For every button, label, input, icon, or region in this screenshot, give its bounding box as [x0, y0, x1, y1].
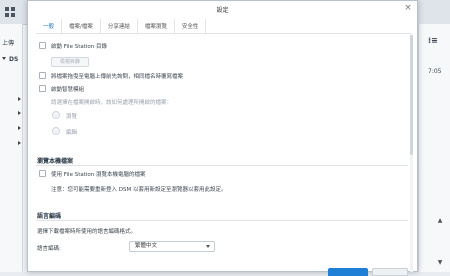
tab-file-browsing[interactable]: 檔案瀏覽 — [138, 19, 175, 33]
smart-module-checkbox[interactable] — [39, 85, 46, 92]
tree-expand-icon[interactable] — [18, 97, 21, 101]
tab-general[interactable]: 一般 — [36, 19, 63, 34]
same-name-label: 將檔案拖曳至電腦上傳前先詢問，相同檔名時覆寫檔案 — [51, 74, 184, 80]
tree-root-arrow-icon[interactable] — [2, 57, 6, 60]
radio-edit[interactable] — [52, 127, 60, 135]
cancel-button[interactable] — [372, 268, 408, 276]
app-right-panel — [418, 24, 450, 272]
dialog-title: 設定 — [216, 7, 229, 14]
browse-note: 注意：您可能需要重新登入 DSM 以套用新設定至瀏覽器以套用此設定。 — [51, 187, 227, 193]
section-divider — [36, 165, 408, 166]
close-icon[interactable]: × — [403, 3, 413, 13]
view-directory-button[interactable]: 檢視目錄 — [51, 57, 89, 67]
encoding-description: 選擇下載檔案時所使用的語言編碼格式。 — [37, 229, 137, 235]
list-view-icon[interactable]: ⁞≡ — [428, 36, 438, 45]
tab-security[interactable]: 安全性 — [175, 19, 207, 33]
tab-sharing-links[interactable]: 分享連結 — [101, 19, 138, 33]
smart-module-description: 請選擇在檔案開啟時，該如何處理所開啟的檔案： — [51, 100, 173, 106]
section-title-encoding: 語言編碼 — [37, 213, 62, 220]
encoding-select[interactable]: 繁體中文 — [129, 241, 215, 252]
right-scroll-arrow-icon[interactable]: ▼ — [436, 258, 444, 266]
settings-dialog: 設定 × 一般 檔案/檔案 分享連結 檔案瀏覽 安全性 啟動 File Stat… — [27, 0, 418, 276]
tree-expand-icon[interactable] — [18, 141, 21, 145]
radio-edit-label: 編輯 — [66, 130, 78, 136]
upload-button[interactable]: 上傳 — [2, 38, 14, 47]
app-grid-icon[interactable] — [4, 6, 16, 18]
radio-browse-label: 瀏覽 — [66, 114, 78, 120]
tree-expand-icon[interactable] — [18, 126, 21, 130]
open-file-station-checkbox[interactable] — [39, 42, 46, 49]
encoding-select-value: 繁體中文 — [135, 243, 158, 249]
settings-content: 啟動 File Station 目錄 檢視目錄 將檔案拖曳至電腦上傳前先詢問，相… — [36, 34, 412, 273]
scrollbar-thumb[interactable] — [410, 35, 413, 155]
ok-button[interactable] — [328, 268, 368, 276]
smart-module-label: 啟動智慧模組 — [51, 87, 85, 93]
use-file-station-label: 使用 File Station 瀏覽本機電腦的檔案 — [51, 172, 146, 178]
tab-file-operations[interactable]: 檔案/檔案 — [62, 19, 101, 33]
radio-browse[interactable] — [52, 111, 60, 119]
modified-time: 7:05 — [428, 68, 442, 75]
open-file-station-label: 啟動 File Station 目錄 — [51, 44, 108, 50]
chevron-down-icon — [206, 245, 210, 248]
settings-tabs: 一般 檔案/檔案 分享連結 檔案瀏覽 安全性 — [36, 19, 207, 34]
use-file-station-checkbox[interactable] — [39, 170, 46, 177]
right-scroll-arrow-icon[interactable]: ▲ — [436, 216, 444, 224]
same-name-checkbox[interactable] — [39, 72, 46, 79]
section-title-browse: 瀏覽本機檔案 — [37, 158, 74, 165]
encoding-field-label: 語言編碼: — [37, 246, 61, 252]
tree-expand-icon[interactable] — [18, 111, 21, 115]
section-divider — [36, 220, 408, 221]
tree-root-label[interactable]: DS — [9, 56, 18, 63]
